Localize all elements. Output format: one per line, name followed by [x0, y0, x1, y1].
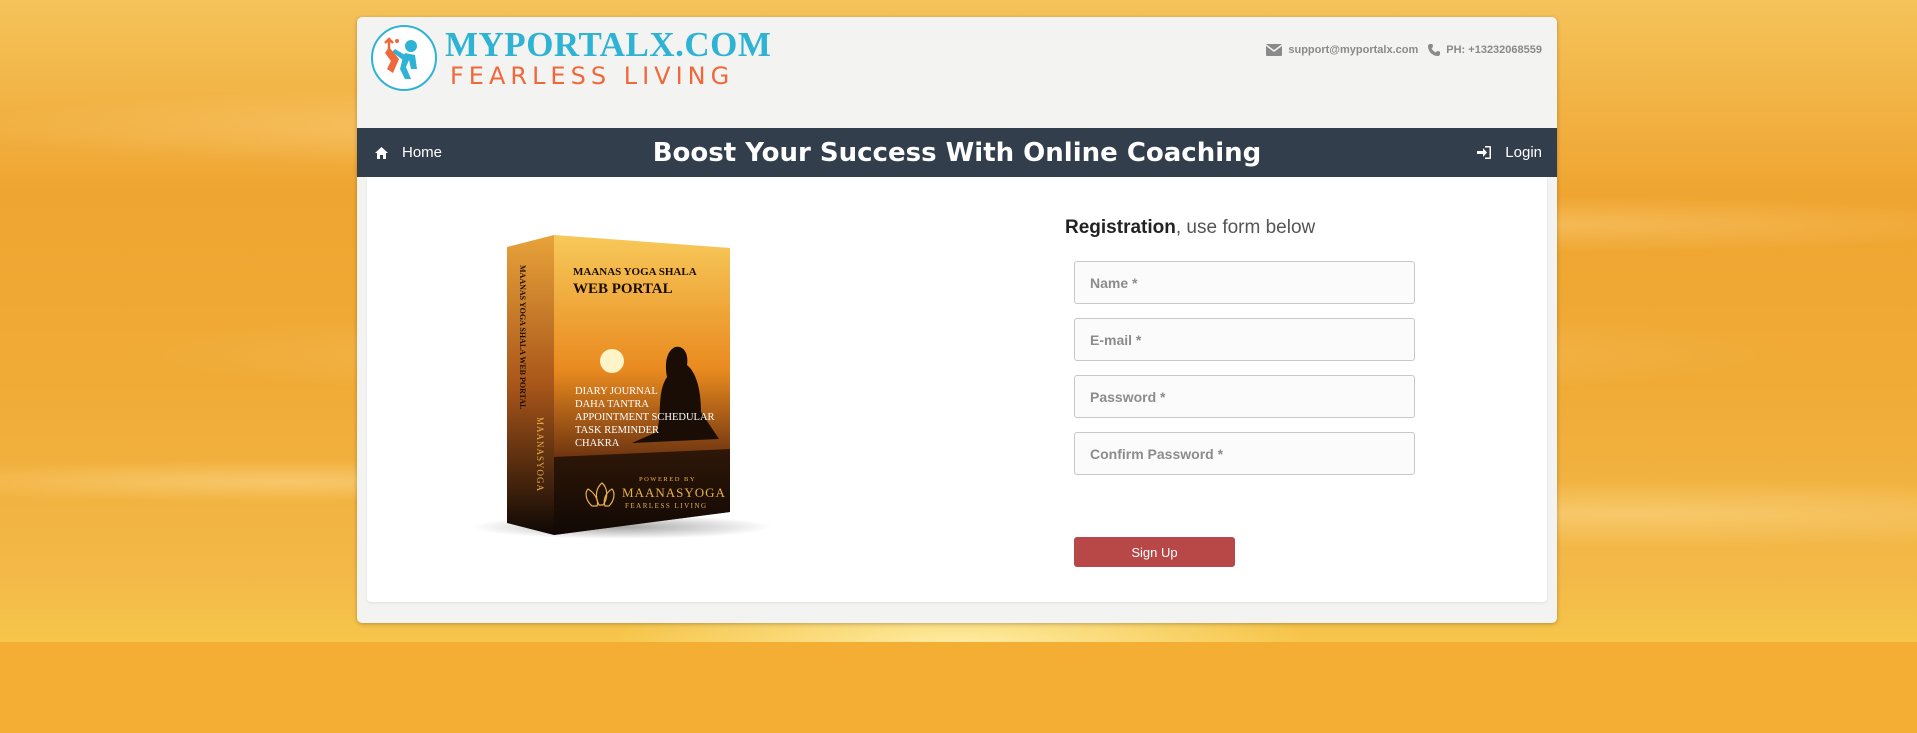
box-title-line1: MAANAS YOGA SHALA [573, 266, 697, 278]
main-content: MAANAS YOGA SHALA WEB PORTAL DIARY JOURN… [367, 177, 1547, 602]
box-maker: MAANASYOGA [622, 485, 726, 500]
email-input[interactable] [1074, 318, 1415, 361]
registration-heading: Registration, use form below [1065, 217, 1315, 239]
box-feature-4: TASK REMINDER [575, 425, 659, 436]
confirm-password-input[interactable] [1074, 432, 1415, 475]
contact-phone-text: PH: +13232068559 [1446, 44, 1542, 56]
contact-phone: PH: +13232068559 [1428, 44, 1542, 56]
sign-up-button[interactable]: Sign Up [1074, 537, 1235, 567]
site-logo[interactable]: MYPORTALX.COM FEARLESS LIVING [371, 25, 771, 91]
main-navbar: Home Boost Your Success With Online Coac… [357, 128, 1557, 177]
box-feature-1: DIARY JOURNAL [575, 386, 658, 397]
nav-home-link[interactable]: Home [375, 128, 442, 177]
logo-tagline: FEARLESS LIVING [450, 62, 735, 90]
box-maker-sub: FEARLESS LIVING [625, 502, 708, 510]
page-headline: Boost Your Success With Online Coaching [652, 137, 1262, 168]
nav-login-link[interactable]: Login [1477, 128, 1542, 177]
box-spine-title: MAANAS YOGA SHALA WEB PORTAL [518, 265, 527, 409]
background-footer-band [0, 642, 1917, 733]
logo-figure-icon [371, 25, 437, 91]
logo-title: MYPORTALX.COM [445, 25, 772, 64]
nav-login-label: Login [1505, 144, 1542, 161]
box-feature-3: APPOINTMENT SCHEDULAR [575, 412, 715, 423]
box-spine-maker: MAANASYOGA [535, 417, 545, 492]
product-box-image: MAANAS YOGA SHALA WEB PORTAL DIARY JOURN… [457, 217, 777, 547]
box-feature-5: CHAKRA [575, 438, 620, 449]
contact-email[interactable]: support@myportalx.com [1266, 44, 1418, 56]
sign-in-icon [1477, 146, 1492, 159]
registration-heading-rest: , use form below [1175, 217, 1316, 238]
contact-info: support@myportalx.com PH: +13232068559 [1256, 44, 1542, 56]
site-header: MYPORTALX.COM FEARLESS LIVING support@my… [357, 17, 1557, 128]
box-title-line2: WEB PORTAL [573, 281, 673, 297]
name-input[interactable] [1074, 261, 1415, 304]
registration-heading-bold: Registration [1065, 217, 1176, 238]
envelope-icon [1266, 44, 1283, 56]
password-input[interactable] [1074, 375, 1415, 418]
page-container: MYPORTALX.COM FEARLESS LIVING support@my… [357, 17, 1557, 623]
phone-icon [1428, 44, 1441, 56]
box-feature-2: DAHA TANTRA [575, 399, 649, 410]
home-icon [375, 146, 388, 159]
contact-email-text: support@myportalx.com [1288, 44, 1419, 56]
box-powered-by: POWERED BY [639, 476, 696, 483]
nav-home-label: Home [402, 144, 443, 161]
